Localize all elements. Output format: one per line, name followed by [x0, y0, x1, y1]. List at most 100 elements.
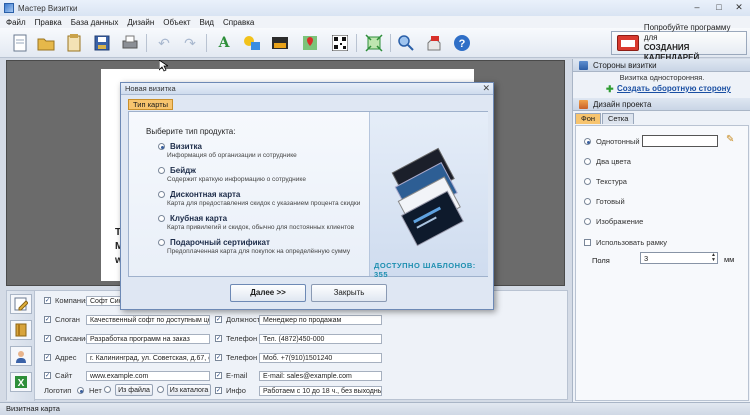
book-icon[interactable]: [10, 320, 32, 340]
website-input[interactable]: www.example.com: [86, 371, 210, 381]
open-folder-icon[interactable]: [36, 33, 56, 53]
calendar-promo-button[interactable]: Попробуйте программу для СОЗДАНИЯ КАЛЕНД…: [611, 23, 747, 62]
close-dialog-button[interactable]: Закрыть: [311, 284, 387, 302]
fill-color-box[interactable]: [642, 135, 718, 147]
slogan-input[interactable]: Качественный софт по доступным ценам: [86, 315, 210, 325]
radio-button[interactable]: [584, 138, 591, 145]
checkbox[interactable]: ✓: [44, 354, 51, 361]
undo-icon[interactable]: ↶: [154, 33, 174, 53]
menu-object[interactable]: Объект: [163, 18, 190, 27]
option-label: Текстура: [596, 177, 627, 186]
radio-button[interactable]: [158, 239, 165, 246]
radio-button[interactable]: [584, 218, 591, 225]
toolbar-separator: [390, 34, 391, 52]
info-input[interactable]: Работаем с 10 до 18 ч., без выходных: [259, 386, 382, 396]
minimize-icon[interactable]: –: [690, 2, 704, 12]
checkbox[interactable]: ✓: [215, 316, 222, 323]
zoom-icon[interactable]: [396, 33, 416, 53]
color-picker-icon[interactable]: ✎: [726, 134, 734, 145]
checkbox[interactable]: ✓: [44, 335, 51, 342]
frame-checkbox[interactable]: Использовать рамку: [584, 238, 667, 247]
menu-design[interactable]: Дизайн: [127, 18, 154, 27]
web-icon[interactable]: [424, 33, 444, 53]
radio-button[interactable]: [584, 198, 591, 205]
phone1-input[interactable]: Тел. (4872)450-000: [259, 334, 382, 344]
redo-icon[interactable]: ↷: [180, 33, 200, 53]
menu-file[interactable]: Файл: [6, 18, 26, 27]
contacts-icon[interactable]: [10, 346, 32, 366]
calendar-icon: [617, 35, 639, 51]
sides-header[interactable]: Стороны визитки: [573, 59, 750, 72]
radio-button[interactable]: [584, 158, 591, 165]
save-icon[interactable]: [92, 33, 112, 53]
radio-button[interactable]: [77, 387, 84, 394]
checkbox[interactable]: ✓: [215, 387, 222, 394]
checkbox[interactable]: ✓: [215, 372, 222, 379]
status-bar: Визитная карта: [0, 402, 750, 415]
tab-card-type[interactable]: Тип карты: [128, 99, 174, 110]
dialog-close-icon[interactable]: ✕: [482, 83, 490, 94]
templates-icon[interactable]: [64, 33, 84, 53]
logo-from-catalog-button[interactable]: Из каталога: [167, 384, 211, 396]
menu-help[interactable]: Справка: [223, 18, 254, 27]
option-two-colors[interactable]: Два цвета: [584, 157, 631, 166]
checkbox[interactable]: ✓: [44, 316, 51, 323]
print-icon[interactable]: [120, 33, 140, 53]
radio-button[interactable]: [158, 167, 165, 174]
description-input[interactable]: Разработка программ на заказ: [86, 334, 210, 344]
crop-icon[interactable]: [364, 33, 384, 53]
design-header[interactable]: Дизайн проекта: [573, 98, 750, 111]
excel-icon[interactable]: X: [10, 372, 32, 392]
radio-button[interactable]: [158, 215, 165, 222]
radio-button[interactable]: [158, 191, 165, 198]
option-discount-card[interactable]: Дисконтная карта Карта для предоставлени…: [158, 190, 360, 207]
phone2-input[interactable]: Моб. +7(910)1501240: [259, 353, 382, 363]
option-solid[interactable]: Однотонный: [584, 137, 640, 146]
option-business-card[interactable]: Визитка Информация об организации и сотр…: [158, 142, 297, 159]
position-input[interactable]: Менеджер по продажам: [259, 315, 382, 325]
image-icon[interactable]: [270, 33, 290, 53]
logo-label-text: Логотип: [44, 386, 72, 395]
tab-background[interactable]: Фон: [575, 113, 602, 124]
tab-grid[interactable]: Сетка: [602, 113, 635, 124]
address-input[interactable]: г. Калининград, ул. Советская, д.67, оф.…: [86, 353, 210, 363]
radio-button[interactable]: [157, 386, 164, 393]
option-image[interactable]: Изображение: [584, 217, 643, 226]
shape-icon[interactable]: [242, 33, 262, 53]
text-icon[interactable]: A: [214, 33, 234, 53]
logo-option-none[interactable]: Нет: [77, 386, 102, 395]
stepper-arrows-icon[interactable]: ▲ ▼: [711, 253, 716, 263]
radio-button[interactable]: [158, 143, 165, 150]
checkbox[interactable]: ✓: [215, 354, 222, 361]
menu-view[interactable]: Вид: [200, 18, 214, 27]
option-gift-certificate[interactable]: Подарочный сертификат Предоплаченная кар…: [158, 238, 350, 255]
option-ready[interactable]: Готовый: [584, 197, 625, 206]
edit-text-icon[interactable]: [10, 294, 32, 314]
create-back-side-link[interactable]: Создать оборотную сторону: [617, 84, 731, 93]
checkbox[interactable]: ✓: [215, 335, 222, 342]
field-label: Телефон 2: [226, 353, 264, 362]
email-input[interactable]: E-mail: sales@example.com: [259, 371, 382, 381]
menu-database[interactable]: База данных: [71, 18, 119, 27]
field-address: ✓ Адрес: [44, 353, 76, 362]
option-club-card[interactable]: Клубная карта Карта привилегий и скидок,…: [158, 214, 354, 231]
radio-button[interactable]: [104, 386, 111, 393]
checkbox[interactable]: ✓: [44, 297, 51, 304]
maximize-icon[interactable]: □: [712, 2, 726, 12]
map-icon[interactable]: [300, 33, 320, 53]
radio-button[interactable]: [584, 178, 591, 185]
checkbox[interactable]: ✓: [44, 372, 51, 379]
sides-info: Визитка односторонняя.: [619, 73, 705, 82]
option-description: Информация об организации и сотруднике: [167, 152, 297, 159]
menu-edit[interactable]: Правка: [35, 18, 62, 27]
logo-from-file-button[interactable]: Из файла: [115, 384, 153, 396]
checkbox[interactable]: [584, 239, 591, 246]
margins-stepper[interactable]: 3 ▲ ▼: [640, 252, 718, 264]
next-button[interactable]: Далее >>: [230, 284, 306, 302]
close-icon[interactable]: ✕: [732, 2, 746, 13]
new-document-icon[interactable]: [10, 33, 30, 53]
option-badge[interactable]: Бейдж Содержит краткую информацию о сотр…: [158, 166, 306, 183]
qr-code-icon[interactable]: [330, 33, 350, 53]
help-icon[interactable]: ?: [452, 33, 472, 53]
option-texture[interactable]: Текстура: [584, 177, 627, 186]
